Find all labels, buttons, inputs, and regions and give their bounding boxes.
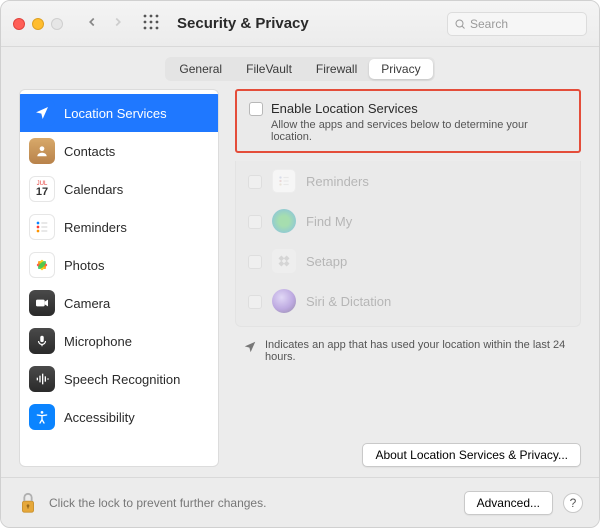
sidebar-item-label: Accessibility [64,410,135,425]
camera-icon [29,290,55,316]
about-location-button[interactable]: About Location Services & Privacy... [362,443,581,467]
minimize-window-button[interactable] [32,18,44,30]
location-usage-legend: Indicates an app that has used your loca… [235,335,581,363]
app-row-reminders[interactable]: Reminders [236,161,580,201]
photos-icon [29,252,55,278]
enable-location-subtext: Allow the apps and services below to det… [271,119,567,143]
tab-general[interactable]: General [167,59,234,79]
sidebar-item-speech-recognition[interactable]: Speech Recognition [20,360,218,398]
microphone-icon [29,328,55,354]
setapp-icon [272,249,296,273]
enable-location-highlight: Enable Location Services Allow the apps … [235,89,581,153]
titlebar: Security & Privacy Search [1,1,599,47]
app-checkbox[interactable] [248,215,262,229]
app-label: Find My [306,214,352,229]
sidebar-item-calendars[interactable]: JUL17 Calendars [20,170,218,208]
traffic-lights [13,18,63,30]
contacts-icon [29,138,55,164]
app-label: Siri & Dictation [306,294,391,309]
sidebar-item-label: Camera [64,296,110,311]
about-button-wrap: About Location Services & Privacy... [235,433,581,467]
nav-buttons [85,15,125,32]
tab-privacy[interactable]: Privacy [369,59,432,79]
zoom-window-button[interactable] [51,18,63,30]
help-button[interactable]: ? [563,493,583,513]
window-title: Security & Privacy [177,15,309,32]
legend-text: Indicates an app that has used your loca… [265,339,577,363]
sidebar-item-accessibility[interactable]: Accessibility [20,398,218,436]
main-panel: Enable Location Services Allow the apps … [235,89,581,467]
enable-location-label: Enable Location Services [271,101,418,116]
sidebar-item-reminders[interactable]: Reminders [20,208,218,246]
forward-button[interactable] [111,15,125,32]
search-placeholder: Search [470,17,508,31]
lock-text: Click the lock to prevent further change… [49,496,266,510]
sidebar-item-photos[interactable]: Photos [20,246,218,284]
enable-location-checkbox[interactable] [249,102,263,116]
sidebar-item-camera[interactable]: Camera [20,284,218,322]
sidebar-item-label: Contacts [64,144,115,159]
sidebar-item-label: Photos [64,258,104,273]
reminders-icon [272,169,296,193]
app-checkbox[interactable] [248,295,262,309]
sidebar-item-location-services[interactable]: Location Services [20,94,218,132]
search-icon [454,18,466,30]
sidebar-item-label: Microphone [64,334,132,349]
sidebar-item-label: Calendars [64,182,123,197]
location-arrow-icon [243,340,257,354]
footer: Click the lock to prevent further change… [1,477,599,527]
content-area: Location Services Contacts JUL17 Calenda… [1,89,599,477]
sidebar-item-microphone[interactable]: Microphone [20,322,218,360]
back-button[interactable] [85,15,99,32]
close-window-button[interactable] [13,18,25,30]
lock-icon[interactable] [17,490,39,516]
app-label: Setapp [306,254,347,269]
tabs: General FileVault Firewall Privacy [165,57,434,81]
search-field[interactable]: Search [447,12,587,36]
tab-filevault[interactable]: FileVault [234,59,304,79]
speech-icon [29,366,55,392]
app-checkbox[interactable] [248,255,262,269]
calendar-icon: JUL17 [29,176,55,202]
app-row-find-my[interactable]: Find My [236,201,580,241]
sidebar-item-contacts[interactable]: Contacts [20,132,218,170]
siri-icon [272,289,296,313]
app-checkbox[interactable] [248,175,262,189]
app-list: Reminders Find My Setapp S [235,161,581,327]
preferences-window: Security & Privacy Search General FileVa… [0,0,600,528]
accessibility-icon [29,404,55,430]
advanced-button[interactable]: Advanced... [464,491,553,515]
sidebar-item-label: Location Services [64,106,167,121]
findmy-icon [272,209,296,233]
sidebar-item-label: Reminders [64,220,127,235]
privacy-sidebar: Location Services Contacts JUL17 Calenda… [19,89,219,467]
tab-firewall[interactable]: Firewall [304,59,369,79]
location-icon [29,100,55,126]
sidebar-item-label: Speech Recognition [64,372,180,387]
reminders-icon [29,214,55,240]
app-row-siri[interactable]: Siri & Dictation [236,281,580,321]
tab-bar: General FileVault Firewall Privacy [1,47,599,89]
app-label: Reminders [306,174,369,189]
show-all-icon[interactable] [143,14,159,33]
app-row-setapp[interactable]: Setapp [236,241,580,281]
